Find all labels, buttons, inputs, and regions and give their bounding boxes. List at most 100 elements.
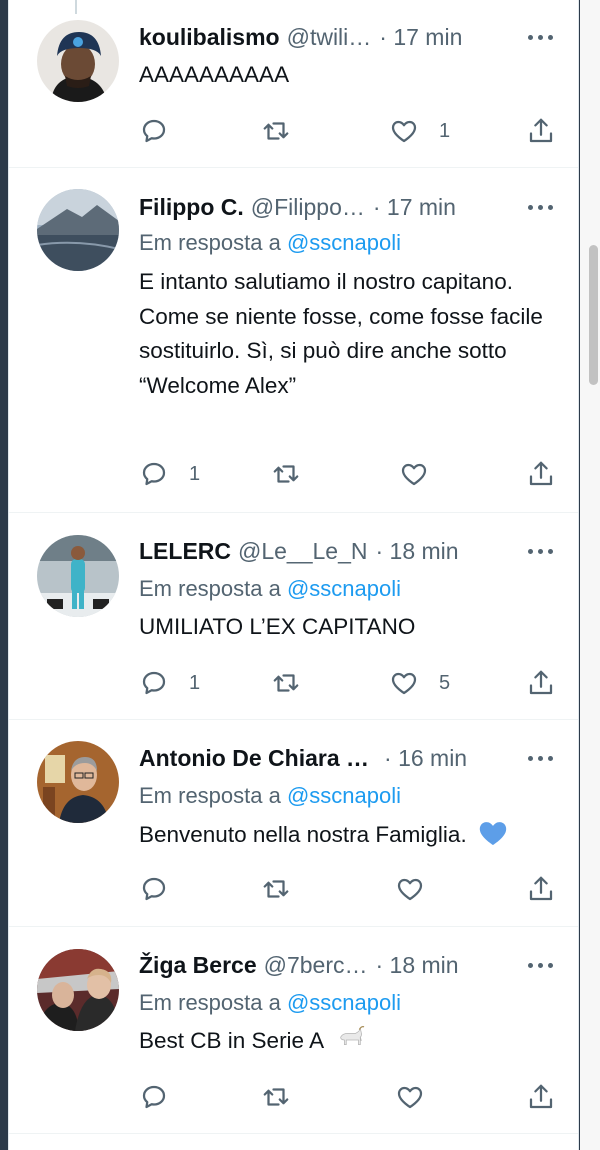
tweet-text-body: Best CB in Serie A [139,1028,323,1053]
replies-timeline: koulibalismo @twili… · 17 min AAAAAAAAAA… [8,0,579,1150]
more-options-icon[interactable] [526,539,556,563]
retweet-icon [263,880,289,898]
tweet-actions: 1 [139,114,556,148]
tweet[interactable]: Žiga Berce @7berc… · 18 min Em resposta … [9,927,578,1134]
retweet-button[interactable] [261,872,291,906]
heart-icon [391,672,417,695]
user-handle[interactable]: @Filippo… [251,194,365,221]
reply-context: Em resposta a @sscnapoli [139,230,401,256]
reply-label: Em resposta a [139,230,281,255]
more-options-icon[interactable] [526,25,556,49]
display-name[interactable]: Antonio De Chiara … [139,745,369,772]
share-icon [529,461,553,486]
tweet-text: AAAAAAAAAA [139,62,290,87]
retweet-button[interactable] [271,457,301,491]
avatar[interactable] [37,741,119,823]
tweet[interactable]: LELERC @Le__Le_N · 18 min Em resposta a … [9,513,578,720]
scrollbar-track[interactable] [580,0,600,1150]
share-icon [529,1084,553,1109]
user-handle[interactable]: @twili… [287,24,372,51]
tweet-text: Benvenuto nella nostra Famiglia. [139,817,556,853]
retweet-icon [263,1088,289,1106]
timestamp[interactable]: · 16 min [384,745,467,772]
share-button[interactable] [526,114,556,148]
reply-count: 1 [189,671,201,694]
heart-icon [397,1086,423,1109]
display-name[interactable]: koulibalismo [139,24,280,51]
tweet[interactable]: koulibalismo @twili… · 17 min AAAAAAAAAA… [9,0,578,168]
reply-icon [142,1085,166,1109]
retweet-icon [263,122,289,140]
reply-count: 1 [189,462,201,485]
mention-link[interactable]: @sscnapoli [287,783,401,808]
like-button[interactable] [395,1080,425,1114]
tweet-actions: 1 [139,457,556,491]
heart-icon [391,120,417,143]
like-button[interactable]: 1 [389,114,450,148]
reply-icon [142,877,166,901]
blue-heart-icon [479,822,507,845]
tweet-actions [139,1080,556,1114]
display-name[interactable]: LELERC [139,538,231,565]
share-button[interactable] [526,872,556,906]
user-handle[interactable]: @7berc… [264,952,368,979]
reply-context: Em resposta a @sscnapoli [139,576,401,602]
retweet-button[interactable] [271,666,301,700]
reply-button[interactable]: 1 [139,457,200,491]
avatar[interactable] [37,949,119,1031]
retweet-icon [273,465,299,483]
timestamp[interactable]: · 17 min [379,24,462,51]
retweet-button[interactable] [261,114,291,148]
share-button[interactable] [526,1080,556,1114]
like-button[interactable]: 5 [389,666,450,700]
goat-icon [340,1025,365,1045]
like-count: 1 [439,119,451,142]
like-count: 5 [439,671,451,694]
mention-link[interactable]: @sscnapoli [287,990,401,1015]
mention-link[interactable]: @sscnapoli [287,230,401,255]
display-name[interactable]: Filippo C. [139,194,244,221]
scrollbar-thumb[interactable] [589,245,598,385]
share-button[interactable] [526,457,556,491]
heart-icon [397,878,423,901]
retweet-icon [273,674,299,692]
share-icon [529,118,553,143]
like-button[interactable] [399,457,429,491]
tweet-text-body: Benvenuto nella nostra Famiglia. [139,822,467,847]
share-icon [529,670,553,695]
tweet[interactable]: Antonio De Chiara … · 16 min Em resposta… [9,720,578,927]
like-button[interactable] [395,872,425,906]
share-button[interactable] [526,666,556,700]
timestamp[interactable]: · 17 min [373,194,456,221]
retweet-button[interactable] [261,1080,291,1114]
reply-label: Em resposta a [139,783,281,808]
tweet-actions: 1 5 [139,666,556,700]
more-options-icon[interactable] [526,953,556,977]
reply-button[interactable] [139,1080,169,1114]
reply-button[interactable] [139,114,169,148]
more-options-icon[interactable] [526,195,556,219]
avatar[interactable] [37,189,119,271]
reply-label: Em resposta a [139,990,281,1015]
avatar[interactable] [37,535,119,617]
display-name[interactable]: Žiga Berce [139,952,257,979]
reply-button[interactable]: 1 [139,666,200,700]
share-icon [529,876,553,901]
reply-icon [142,119,166,143]
reply-label: Em resposta a [139,576,281,601]
tweet-text: UMILIATO L’EX CAPITANO [139,614,416,639]
timestamp[interactable]: · 18 min [376,952,459,979]
heart-icon [401,463,427,486]
timestamp[interactable]: · 18 min [376,538,459,565]
mention-link[interactable]: @sscnapoli [287,576,401,601]
reply-button[interactable] [139,872,169,906]
more-options-icon[interactable] [526,746,556,770]
user-handle[interactable]: @Le__Le_N [238,538,368,565]
tweet-text: Best CB in Serie A [139,1024,556,1059]
reply-context: Em resposta a @sscnapoli [139,990,401,1016]
tweet-actions [139,872,556,906]
avatar[interactable] [37,20,119,102]
tweet-text: E intanto salutiamo il nostro capitano. … [139,269,543,398]
tweet[interactable]: Filippo C. @Filippo… · 17 min Em respost… [9,168,578,513]
reply-icon [142,462,166,486]
